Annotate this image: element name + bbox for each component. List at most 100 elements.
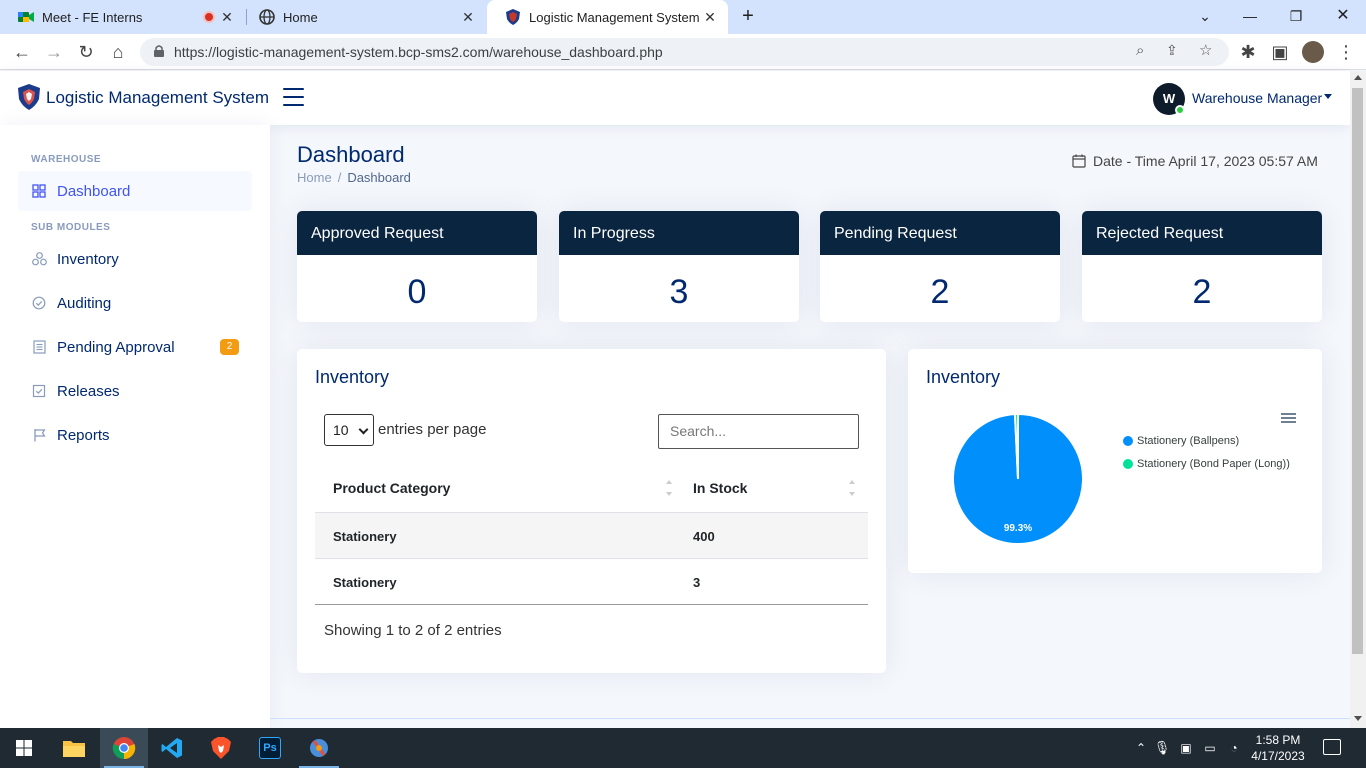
list-icon <box>31 339 47 355</box>
minimize-button[interactable]: — <box>1238 5 1262 27</box>
breadcrumb-home-link[interactable]: Home <box>297 170 332 185</box>
sidebar-item-reports[interactable]: Reports <box>18 415 252 455</box>
camera-icon[interactable]: ▣ <box>1174 741 1198 755</box>
table-row: Stationery 3 <box>315 559 868 605</box>
column-header-product-category[interactable]: Product Category <box>333 480 450 496</box>
browser-tab-home[interactable]: Home ✕ <box>241 0 486 34</box>
table-cell-stock: 400 <box>693 529 715 544</box>
notification-icon[interactable] <box>1323 739 1341 755</box>
entries-per-page-label: entries per page <box>378 421 487 438</box>
brave-browser-icon[interactable] <box>197 728 245 768</box>
close-tab-icon[interactable]: ✕ <box>219 9 235 25</box>
home-icon[interactable]: ⌂ <box>108 42 128 62</box>
online-status-dot <box>1175 105 1185 115</box>
inventory-chart-title: Inventory <box>926 367 1001 387</box>
vscode-icon[interactable] <box>148 728 196 768</box>
breadcrumb-separator: / <box>337 170 342 185</box>
sort-arrows-icon[interactable] <box>665 479 673 499</box>
sidebar-item-label: Inventory <box>57 250 119 268</box>
show-hidden-icons-chevron-icon[interactable]: ⌃ <box>1132 741 1150 755</box>
new-tab-button[interactable]: + <box>738 6 758 26</box>
entries-per-page-value: 10 <box>333 422 349 438</box>
hamburger-menu-icon[interactable] <box>283 88 304 106</box>
close-tab-icon[interactable]: ✕ <box>702 9 718 25</box>
file-explorer-icon[interactable] <box>50 728 98 768</box>
flag-icon <box>31 427 47 443</box>
reload-icon[interactable]: ↻ <box>76 42 96 62</box>
extensions-puzzle-icon[interactable]: ✱ <box>1238 42 1258 62</box>
share-icon[interactable]: ⇪ <box>1166 42 1178 59</box>
check-circle-icon <box>31 295 47 311</box>
entries-per-page-select[interactable]: 10 <box>324 414 374 446</box>
back-arrow-icon[interactable]: ← <box>12 42 32 62</box>
chrome-icon[interactable] <box>100 728 148 768</box>
bookmark-star-icon[interactable]: ☆ <box>1199 41 1212 59</box>
tab-title: Logistic Management System <box>529 9 700 25</box>
tab-search-chevron-icon[interactable]: ⌄ <box>1193 5 1217 27</box>
microphone-icon[interactable]: 🎙 <box>1150 740 1174 756</box>
browser-tab-lms[interactable]: Logistic Management System ✕ <box>487 0 728 34</box>
wifi-icon[interactable]: ◔ <box>1222 741 1246 755</box>
user-dropdown-caret-icon[interactable] <box>1324 94 1332 99</box>
address-bar[interactable]: https://logistic-management-system.bcp-s… <box>140 38 1229 66</box>
calendar-icon <box>1072 154 1086 168</box>
tab-title: Home <box>283 9 318 25</box>
date-time-display: Date - Time April 17, 2023 05:57 AM <box>1072 153 1318 169</box>
breadcrumb-current: Dashboard <box>347 170 411 185</box>
taskbar-clock[interactable]: 1:58 PM 4/17/2023 <box>1248 732 1308 764</box>
sidebar-item-releases[interactable]: Releases <box>18 371 252 411</box>
column-header-in-stock[interactable]: In Stock <box>693 480 747 496</box>
chevron-down-icon <box>358 424 369 435</box>
inventory-pie-chart: 99.3% <box>952 412 1084 545</box>
sort-arrows-icon[interactable] <box>848 479 856 499</box>
sidebar-item-pending-approval[interactable]: Pending Approval 2 <box>18 327 252 367</box>
chart-menu-icon[interactable] <box>1281 413 1296 424</box>
battery-icon[interactable]: ▭ <box>1198 741 1222 755</box>
table-row: Stationery 400 <box>315 513 868 559</box>
table-info-text: Showing 1 to 2 of 2 entries <box>324 622 502 639</box>
legend-item-ballpens[interactable]: Stationery (Ballpens) <box>1123 435 1239 447</box>
browser-toolbar: ← → ↻ ⌂ https://logistic-management-syst… <box>0 34 1366 70</box>
side-panel-icon[interactable]: ▣ <box>1270 42 1290 62</box>
legend-label: Stationery (Ballpens) <box>1137 435 1240 447</box>
stat-card-pending: Pending Request 2 <box>820 211 1060 322</box>
sidebar-item-auditing[interactable]: Auditing <box>18 283 252 323</box>
close-tab-icon[interactable]: ✕ <box>460 9 476 25</box>
scrollbar-thumb[interactable] <box>1352 88 1363 654</box>
stat-card-approved: Approved Request 0 <box>297 211 537 322</box>
browser-tab-meet[interactable]: Meet - FE Interns ✕ <box>0 0 245 34</box>
table-search-input[interactable]: Search... <box>658 414 859 449</box>
stat-card-label: In Progress <box>559 211 799 255</box>
inventory-table-title: Inventory <box>315 367 390 387</box>
shield-logo-icon <box>505 9 521 25</box>
legend-marker <box>1123 436 1133 446</box>
legend-item-bond-paper[interactable]: Stationery (Bond Paper (Long)) <box>1123 458 1290 470</box>
restore-button[interactable]: ❐ <box>1284 5 1308 27</box>
sidebar-item-label: Auditing <box>57 294 112 312</box>
sidebar-item-dashboard[interactable]: Dashboard <box>18 171 252 211</box>
check-square-icon <box>31 383 47 399</box>
breadcrumb: Home / Dashboard <box>297 170 411 185</box>
sidebar-item-label: Pending Approval <box>57 338 175 356</box>
recording-icon <box>203 11 215 23</box>
sidebar-heading-warehouse: WAREHOUSE <box>31 154 102 165</box>
brand-name[interactable]: Logistic Management System <box>46 88 269 108</box>
close-window-button[interactable]: ✕ <box>1331 5 1355 27</box>
stat-card-in-progress: In Progress 3 <box>559 211 799 322</box>
zoom-icon[interactable]: ⌕ <box>1136 42 1144 59</box>
globe-icon <box>259 9 275 25</box>
kebab-menu-icon[interactable]: ⋮ <box>1336 42 1356 62</box>
user-name[interactable]: Warehouse Manager <box>1192 90 1322 106</box>
forward-arrow-icon[interactable]: → <box>44 42 64 62</box>
windows-start-icon[interactable] <box>0 728 48 768</box>
stat-card-value: 2 <box>930 273 950 311</box>
stat-card-value: 3 <box>669 273 689 311</box>
profile-avatar[interactable] <box>1302 41 1324 63</box>
app-icon[interactable] <box>295 728 343 768</box>
photoshop-icon[interactable]: Ps <box>246 728 294 768</box>
scroll-up-arrow-icon[interactable] <box>1354 75 1362 80</box>
date-time-text: Date - Time April 17, 2023 05:57 AM <box>1093 153 1318 169</box>
scroll-down-arrow-icon[interactable] <box>1354 716 1362 721</box>
sidebar-item-inventory[interactable]: Inventory <box>18 239 252 279</box>
sidebar-item-label: Releases <box>57 382 120 400</box>
